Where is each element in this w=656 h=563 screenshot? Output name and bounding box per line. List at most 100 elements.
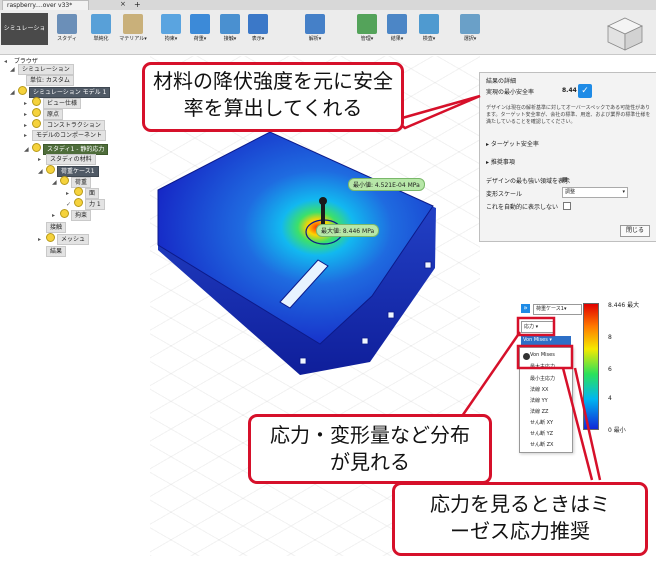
stress-model[interactable] [150,100,480,390]
show-strong-area-icon[interactable]: ▦ [562,176,568,183]
ribbon-tool-icon [190,14,210,34]
ribbon-tool-icon [91,14,111,34]
noshow-label: これを自動的に表示しない [486,204,559,211]
ribbon-button-2[interactable]: マテリアル▾ [118,13,148,51]
tree-row-force[interactable]: ✓ 力 1 [66,198,105,210]
results-details-panel: 結果の詳細 実現の最小安全率 8.44 ✓ デザインは現在の解析基準に対してオー… [479,72,656,242]
document-tab[interactable]: raspberry....over v33* [2,0,90,10]
tree-row-loads[interactable]: ◢ 荷重 [52,176,92,188]
radio-selected-icon[interactable] [523,353,530,360]
dropdown-option[interactable]: せん断 ZX [530,441,553,448]
dropdown-option[interactable]: 法線 XX [530,386,548,393]
ribbon-button-label: マテリアル▾ [119,36,147,42]
ribbon-button-9[interactable]: 結果▾ [382,13,412,51]
ribbon-button-label: 選択▾ [463,36,477,42]
ribbon-button-5[interactable]: 接触▾ [215,13,245,51]
tree-row-results[interactable]: 結果 [38,246,67,257]
visibility-icon[interactable] [32,97,41,106]
tree-row-components[interactable]: ▸ モデルのコンポーネント [24,130,107,141]
tree-row-simulation[interactable]: ◢ シミュレーション [10,64,74,75]
tree-row-study-material[interactable]: ▸ スタディの材料 [38,154,96,165]
tree-row-view[interactable]: ▸ ビュー仕様 [24,97,82,109]
visibility-icon[interactable] [46,165,55,174]
stress-mode-select[interactable]: Von Mises ▾ [521,336,571,345]
tree-row-mesh[interactable]: ▸ メッシュ [38,233,90,245]
visibility-icon[interactable] [60,209,69,218]
legend-tick: 8 [608,334,612,341]
visibility-icon[interactable] [46,233,55,242]
tree-row-loadcase[interactable]: ◢ 荷重ケース1 [38,165,99,177]
scale-select[interactable]: 調整 ▾ [562,187,628,198]
ribbon-button-label: スタディ [57,36,77,42]
ribbon-button-8[interactable]: 管理▾ [352,13,382,51]
tree-row-contacts[interactable]: 接触 [38,222,67,233]
visibility-icon[interactable] [32,119,41,128]
close-button[interactable]: 閉じる [620,225,650,237]
advice-section[interactable]: ▸ 推奨事項 [486,157,515,166]
dropdown-option[interactable]: 最小主応力 [530,375,555,382]
check-badge-icon: ✓ [578,84,592,98]
browser-panel: ◂ ブラウザ ◢ シミュレーション 単位: カスタム ◢ シミュレーション モデル … [0,56,150,276]
tree-row-sim-model[interactable]: ◢ シミュレーション モデル 1 [10,86,111,98]
tree-row-units[interactable]: 単位: カスタム [18,75,74,86]
ribbon-button-label: 結果▾ [390,36,404,42]
tree-row-study[interactable]: ◢ スタディ1 - 静的応力 [24,143,109,155]
visibility-icon[interactable] [32,108,41,117]
ribbon-button-10[interactable]: 検査▾ [414,13,444,51]
tree-row-face[interactable]: ▸ 面 [66,187,100,199]
tab-close-icon[interactable]: × [120,0,126,9]
view-cube[interactable] [604,14,646,52]
ribbon-button-label: 拘束▾ [164,36,178,42]
ribbon-button-label: 単純化 [93,36,109,42]
legend-colorbar [583,303,599,430]
min-value-tag: 最小値: 4.521E-04 MPa [348,178,425,191]
stress-type-dropdown: Von Mises 最大主応力 最小主応力 法線 XX 法線 YY 法線 ZZ … [519,347,573,453]
ribbon-button-7[interactable]: 解析▾ [300,13,330,51]
ribbon-tool-icon [248,14,268,34]
ribbon-tool-icon [57,14,77,34]
safety-factor-label: 実現の最小安全率 [486,89,535,96]
visibility-icon[interactable] [60,176,69,185]
visibility-icon[interactable] [74,187,83,196]
loadcase-select[interactable]: 荷重ケース1▾ [533,304,582,315]
ribbon-button-6[interactable]: 表示▾ [243,13,273,51]
ribbon-tool-icon [305,14,325,34]
ribbon-button-4[interactable]: 荷重▾ [185,13,215,51]
workspace-switcher[interactable]: シミュレーション ▾ [1,13,48,64]
legend-min: 0 最小 [608,427,626,434]
visibility-icon[interactable] [74,198,83,207]
legend-tick: 4 [608,395,612,402]
dropdown-option[interactable]: 法線 YY [530,397,548,404]
ribbon-button-1[interactable]: 単純化 [86,13,116,51]
panel-title: 結果の詳細 [486,78,517,85]
new-tab-icon[interactable]: + [134,0,141,9]
target-section[interactable]: ▸ ターゲット安全率 [486,139,539,148]
ribbon-button-0[interactable]: スタディ [52,13,82,51]
legend-expand-icon[interactable]: » [521,304,530,313]
tree-row-constraints[interactable]: ▸ 拘束 [52,209,92,221]
tree-row-construction[interactable]: ▸ コンストラクション [24,119,105,131]
dropdown-option[interactable]: Von Mises [530,352,555,358]
result-type-select[interactable]: 応力 ▾ [521,321,555,333]
scale-label: 変形スケール [486,191,523,198]
callout-safety-factor: 材料の降伏強度を元に安全率を算出してくれる [142,62,404,132]
tree-row-origin[interactable]: ▸ 原点 [24,108,64,120]
visibility-icon[interactable] [32,143,41,152]
safety-factor-value: 8.44 [562,87,577,94]
callout-von-mises: 応力を見るときはミーゼス応力推奨 [392,482,648,556]
dropdown-option[interactable]: 法線 ZZ [530,408,548,415]
ribbon-tool-icon [220,14,240,34]
ribbon-button-3[interactable]: 拘束▾ [156,13,186,51]
noshow-checkbox[interactable] [563,202,571,210]
dropdown-option[interactable]: 最大主応力 [530,363,555,370]
ribbon-tool-icon [387,14,407,34]
ribbon-tool-icon [460,14,480,34]
legend-max: 8.446 最大 [608,302,640,309]
visibility-icon[interactable] [18,86,27,95]
ribbon-tool-icon [357,14,377,34]
dropdown-option[interactable]: せん断 XY [530,419,553,426]
ribbon-button-11[interactable]: 選択▾ [455,13,485,51]
ribbon-button-label: 管理▾ [360,36,374,42]
ribbon-button-label: 検査▾ [422,36,436,42]
dropdown-option[interactable]: せん断 YZ [530,430,553,437]
